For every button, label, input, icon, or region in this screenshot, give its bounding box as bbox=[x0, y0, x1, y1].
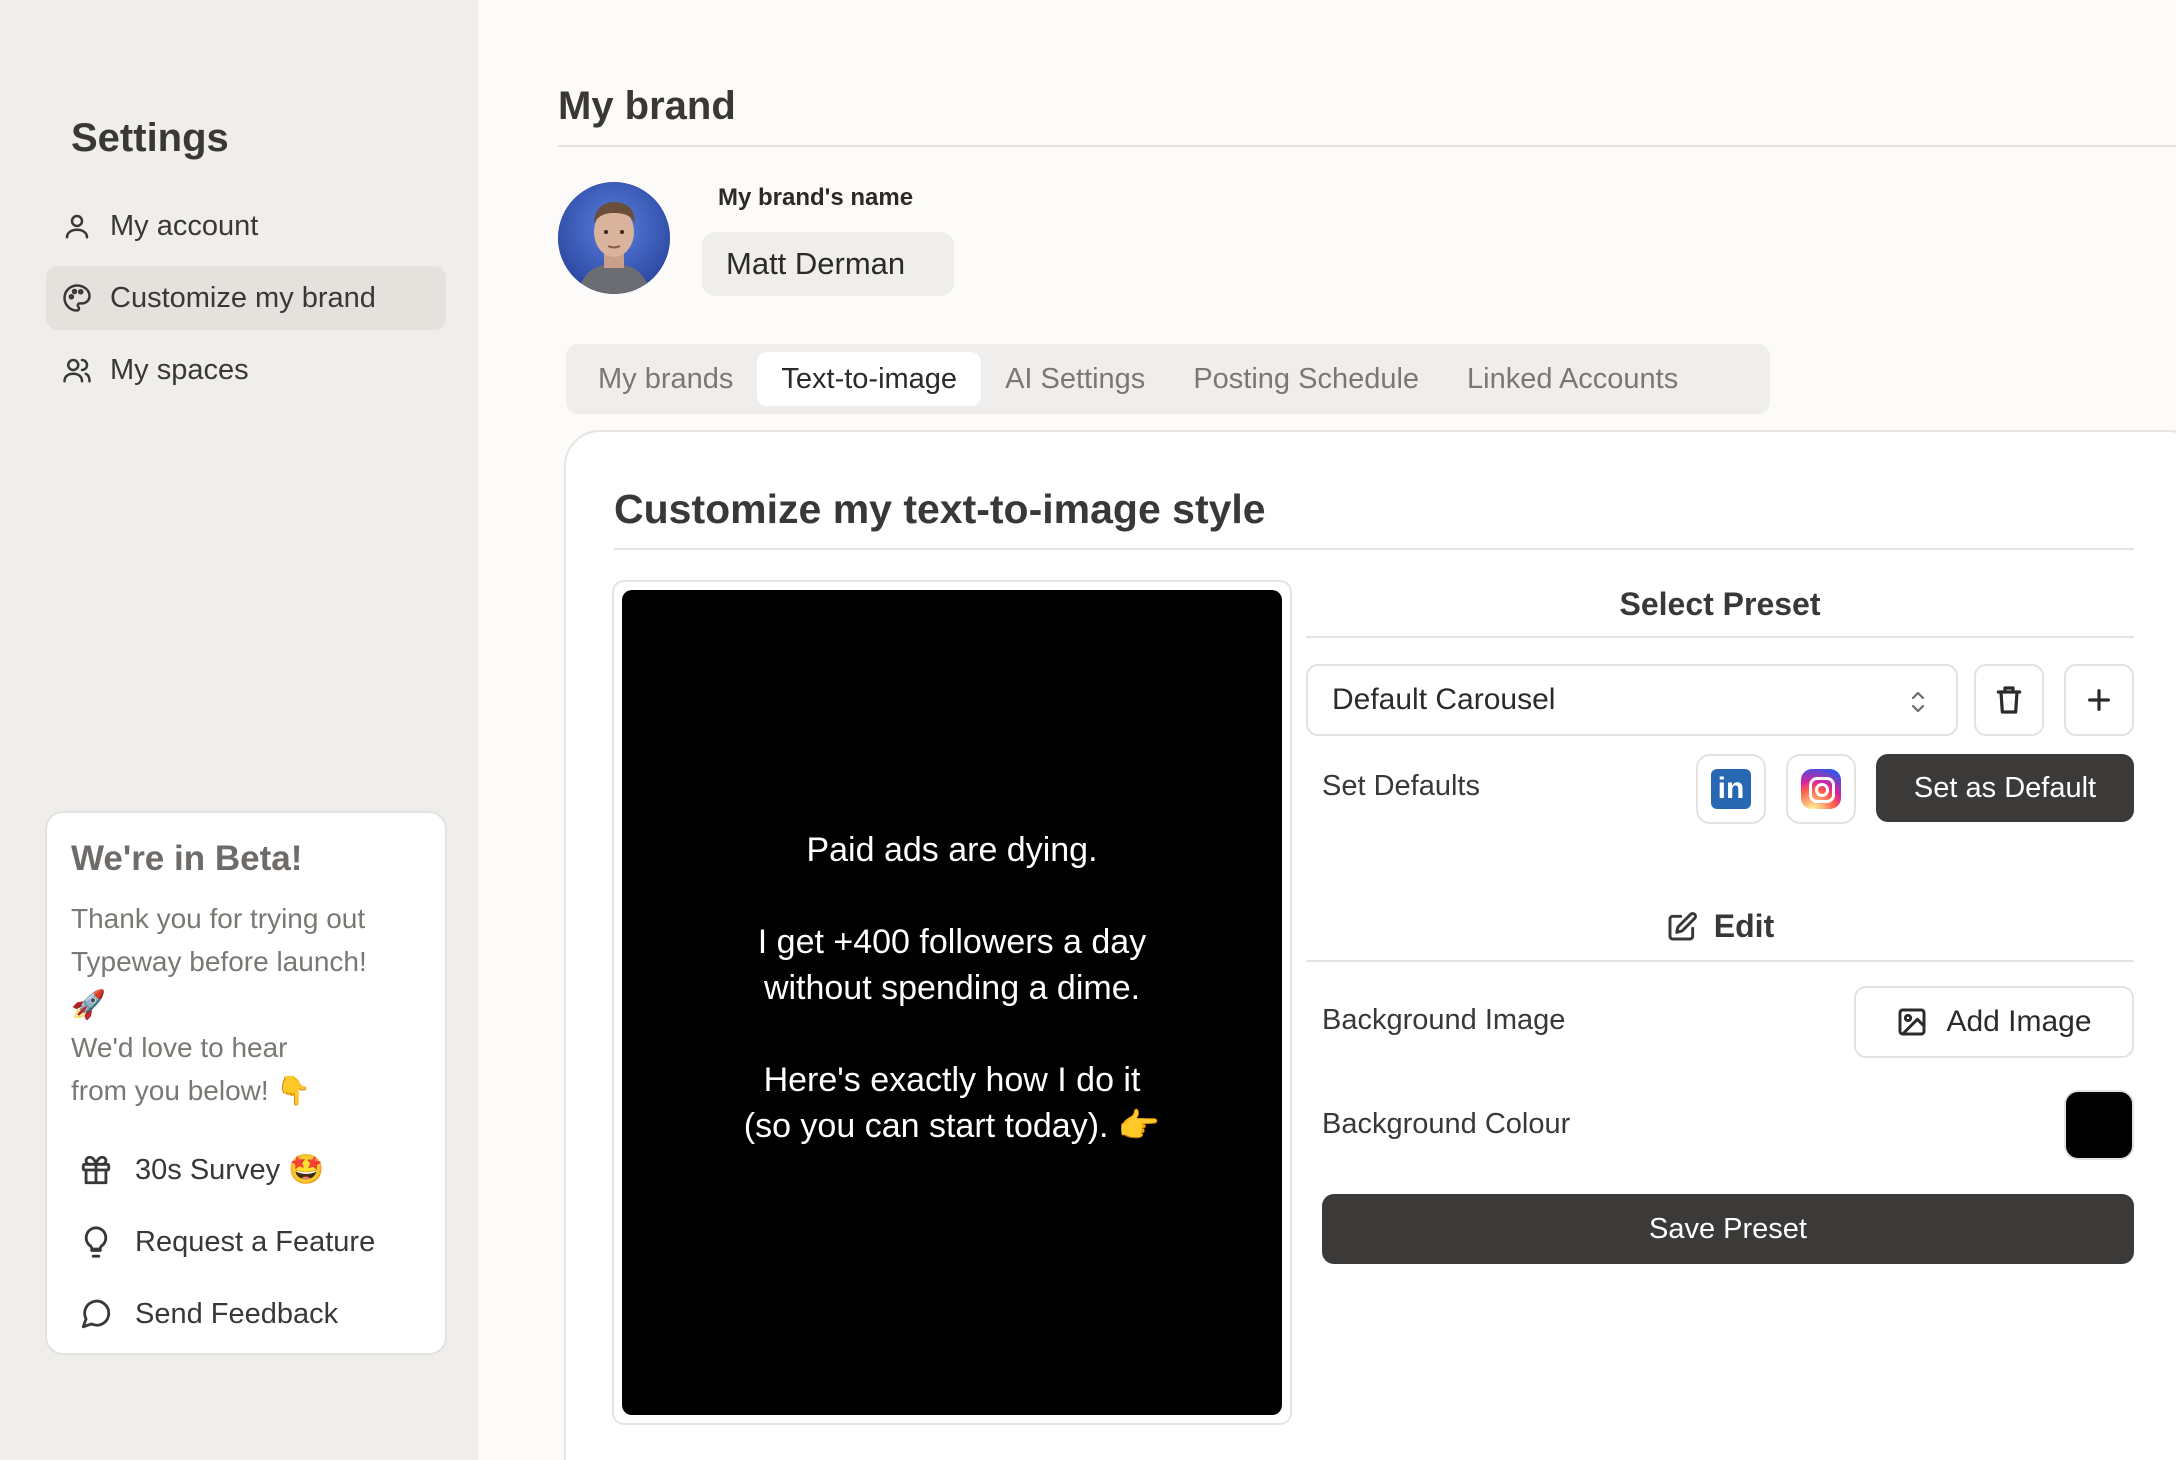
sidebar-title: Settings bbox=[71, 116, 229, 160]
sidebar-item-my-account[interactable]: My account bbox=[46, 194, 446, 258]
save-preset-button[interactable]: Save Preset bbox=[1322, 1194, 2134, 1264]
instagram-toggle[interactable] bbox=[1786, 754, 1856, 824]
background-image-label: Background Image bbox=[1322, 1004, 1566, 1036]
tab-text-to-image[interactable]: Text-to-image bbox=[757, 352, 982, 406]
page-title: My brand bbox=[558, 84, 736, 128]
lightbulb-icon bbox=[84, 1226, 108, 1258]
tab-ai-settings[interactable]: AI Settings bbox=[981, 352, 1169, 406]
tab-bar: My brands Text-to-image AI Settings Post… bbox=[566, 344, 1770, 414]
brand-name-input[interactable] bbox=[702, 232, 954, 296]
send-feedback-label: Send Feedback bbox=[135, 1297, 339, 1330]
set-as-default-button[interactable]: Set as Default bbox=[1876, 754, 2134, 822]
preset-select[interactable]: Default Carousel bbox=[1306, 664, 1958, 736]
panel-title: Customize my text-to-image style bbox=[614, 486, 1266, 532]
sidebar-item-label: My account bbox=[110, 209, 259, 242]
survey-link-label: 30s Survey 🤩 bbox=[135, 1154, 325, 1186]
add-preset-button[interactable] bbox=[2064, 664, 2134, 736]
message-circle-icon bbox=[81, 1299, 111, 1329]
chevrons-up-down-icon bbox=[1911, 691, 1925, 713]
brand-name-label: My brand's name bbox=[718, 184, 914, 211]
edit-icon bbox=[1668, 911, 1697, 940]
request-feature-link[interactable]: Request a Feature bbox=[71, 1206, 421, 1278]
image-icon bbox=[1898, 1008, 1926, 1036]
instagram-icon bbox=[1801, 769, 1841, 809]
add-image-button[interactable]: Add Image bbox=[1854, 986, 2134, 1058]
send-feedback-link[interactable]: Send Feedback bbox=[71, 1278, 421, 1350]
divider bbox=[614, 548, 2134, 550]
palette-icon bbox=[63, 284, 91, 312]
avatar[interactable] bbox=[558, 182, 670, 294]
edit-heading: Edit bbox=[1306, 908, 2134, 945]
divider bbox=[1306, 636, 2134, 638]
preset-select-value: Default Carousel bbox=[1332, 683, 1556, 716]
beta-text: Thank you for trying out Typeway before … bbox=[71, 903, 367, 1106]
add-image-label: Add Image bbox=[1946, 1005, 2092, 1038]
user-icon bbox=[65, 214, 89, 239]
beta-links: 30s Survey 🤩 Request a Feature Send Feed… bbox=[71, 1134, 421, 1350]
sidebar-item-my-spaces[interactable]: My spaces bbox=[46, 338, 446, 402]
request-feature-label: Request a Feature bbox=[135, 1225, 376, 1258]
beta-card: We're in Beta! Thank you for trying out … bbox=[45, 811, 447, 1355]
sidebar-item-customize-brand[interactable]: Customize my brand bbox=[46, 266, 446, 330]
delete-preset-button[interactable] bbox=[1974, 664, 2044, 736]
sidebar: Settings My account Customize my brand M… bbox=[0, 0, 478, 1460]
preview-text: Paid ads are dying. I get +400 followers… bbox=[743, 830, 1161, 1145]
tab-posting-schedule[interactable]: Posting Schedule bbox=[1169, 352, 1443, 406]
beta-title: We're in Beta! bbox=[71, 839, 303, 878]
preview-image: Paid ads are dying. I get +400 followers… bbox=[622, 590, 1282, 1415]
sidebar-item-label: My spaces bbox=[110, 353, 249, 386]
sidebar-item-label: Customize my brand bbox=[110, 281, 376, 314]
tab-linked-accounts[interactable]: Linked Accounts bbox=[1443, 352, 1702, 406]
gift-icon bbox=[81, 1155, 111, 1185]
avatar-portrait-icon bbox=[558, 182, 670, 294]
select-preset-heading: Select Preset bbox=[1619, 586, 1821, 622]
background-colour-swatch[interactable] bbox=[2064, 1090, 2134, 1160]
divider bbox=[558, 145, 2176, 147]
users-icon bbox=[63, 358, 91, 383]
sidebar-nav: My account Customize my brand My spaces bbox=[46, 194, 446, 410]
survey-link[interactable]: 30s Survey 🤩 bbox=[71, 1134, 421, 1206]
trash-icon bbox=[1996, 686, 2022, 714]
plus-icon bbox=[2088, 689, 2110, 711]
linkedin-toggle[interactable]: in bbox=[1696, 754, 1766, 824]
background-colour-label: Background Colour bbox=[1322, 1108, 1571, 1140]
divider bbox=[1306, 960, 2134, 962]
linkedin-icon: in bbox=[1711, 769, 1751, 809]
edit-heading-label: Edit bbox=[1713, 908, 1775, 944]
set-defaults-label: Set Defaults bbox=[1322, 770, 1480, 802]
tab-my-brands[interactable]: My brands bbox=[574, 352, 757, 406]
